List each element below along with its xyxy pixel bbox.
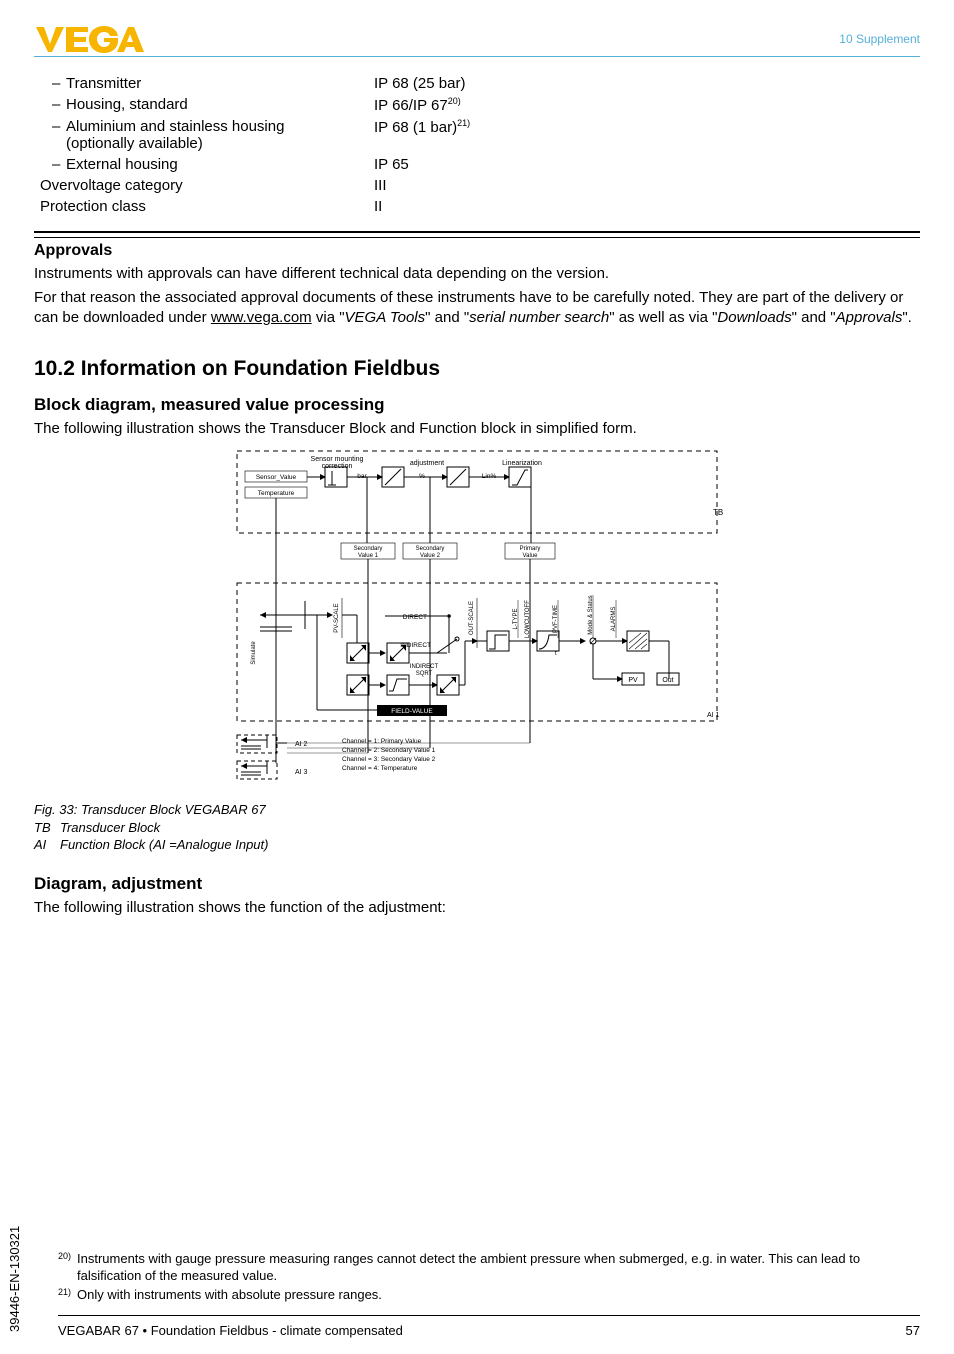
- svg-text:FIELD-VALUE: FIELD-VALUE: [391, 708, 433, 715]
- svg-text:AI 2: AI 2: [295, 741, 308, 748]
- spec-value: III: [374, 177, 387, 194]
- specs-table: –Transmitter IP 68 (25 bar) –Housing, st…: [34, 75, 920, 215]
- svg-text:TB: TB: [713, 508, 723, 517]
- svg-text:Sensor_Value: Sensor_Value: [256, 474, 297, 481]
- spec-label: Transmitter: [66, 75, 141, 92]
- footer-rule: [58, 1315, 920, 1316]
- vega-logo: [34, 24, 144, 54]
- footnotes: 20)Instruments with gauge pressure measu…: [58, 1251, 920, 1306]
- svg-text:Channel = 4: Temperature: Channel = 4: Temperature: [342, 765, 418, 772]
- svg-text:INDIRECT: INDIRECT: [400, 642, 431, 649]
- spec-value: IP 66/IP 6720): [374, 96, 461, 114]
- document-id: 39446-EN-130321: [7, 1226, 22, 1332]
- svg-text:SecondaryValue 2: SecondaryValue 2: [416, 546, 445, 559]
- svg-text:AI 1: AI 1: [707, 712, 720, 719]
- diagram-adjustment-heading: Diagram, adjustment: [34, 874, 920, 894]
- svg-text:Out: Out: [662, 677, 673, 684]
- approvals-p2: For that reason the associated approval …: [34, 288, 920, 328]
- header-section: 10 Supplement: [839, 32, 920, 46]
- figure-caption: Fig. 33: Transducer Block VEGABAR 67 TBT…: [34, 801, 920, 854]
- spec-label: Overvoltage category: [34, 177, 374, 194]
- page-header: 10 Supplement: [34, 24, 920, 57]
- svg-text:PV-SCALE: PV-SCALE: [334, 604, 340, 633]
- approvals-p1: Instruments with approvals can have diff…: [34, 264, 920, 284]
- page-number: 57: [906, 1323, 920, 1338]
- page-footer: VEGABAR 67 • Foundation Fieldbus - clima…: [58, 1323, 920, 1338]
- svg-text:PrimaryValue: PrimaryValue: [520, 546, 541, 559]
- spec-value: IP 65: [374, 156, 409, 173]
- spec-label: Protection class: [34, 198, 374, 215]
- spec-label: Housing, standard: [66, 96, 188, 113]
- svg-text:PV: PV: [628, 677, 638, 684]
- svg-text:Temperature: Temperature: [258, 490, 295, 497]
- svg-text:SecondaryValue 1: SecondaryValue 1: [354, 546, 383, 559]
- diagram-adjustment-intro: The following illustration shows the fun…: [34, 898, 920, 918]
- block-diagram-intro: The following illustration shows the Tra…: [34, 419, 920, 439]
- spec-value: IP 68 (25 bar): [374, 75, 465, 92]
- svg-text:Sensor mountingcorrection: Sensor mountingcorrection: [311, 456, 364, 470]
- footer-left: VEGABAR 67 • Foundation Fieldbus - clima…: [58, 1323, 403, 1338]
- svg-text:Linearization: Linearization: [502, 460, 542, 467]
- block-diagram-figure: TB Sensor mountingcorrection adjustment …: [34, 443, 920, 793]
- svg-text:DIRECT: DIRECT: [403, 614, 427, 621]
- svg-text:AI 3: AI 3: [295, 769, 308, 776]
- svg-text:INDIRECTSQRT: INDIRECTSQRT: [410, 664, 439, 677]
- spec-label: Aluminium and stainless housing: [66, 118, 284, 135]
- svg-text:t: t: [555, 651, 557, 657]
- svg-text:adjustment: adjustment: [410, 460, 444, 467]
- approvals-heading: Approvals: [34, 242, 920, 260]
- spec-label: External housing: [66, 156, 178, 173]
- svg-text:Channel = 3: Secondary Value 2: Channel = 3: Secondary Value 2: [342, 756, 436, 763]
- section-10-2-heading: 10.2 Information on Foundation Fieldbus: [34, 357, 920, 381]
- svg-text:OUT-SCALE: OUT-SCALE: [469, 601, 475, 635]
- svg-text:Channel = 1: Primary Value: Channel = 1: Primary Value: [342, 738, 422, 745]
- spec-value: II: [374, 198, 382, 215]
- spec-value: IP 68 (1 bar)21): [374, 118, 470, 152]
- svg-text:Simulate: Simulate: [251, 641, 257, 665]
- block-diagram-heading: Block diagram, measured value processing: [34, 395, 920, 415]
- divider: [34, 231, 920, 238]
